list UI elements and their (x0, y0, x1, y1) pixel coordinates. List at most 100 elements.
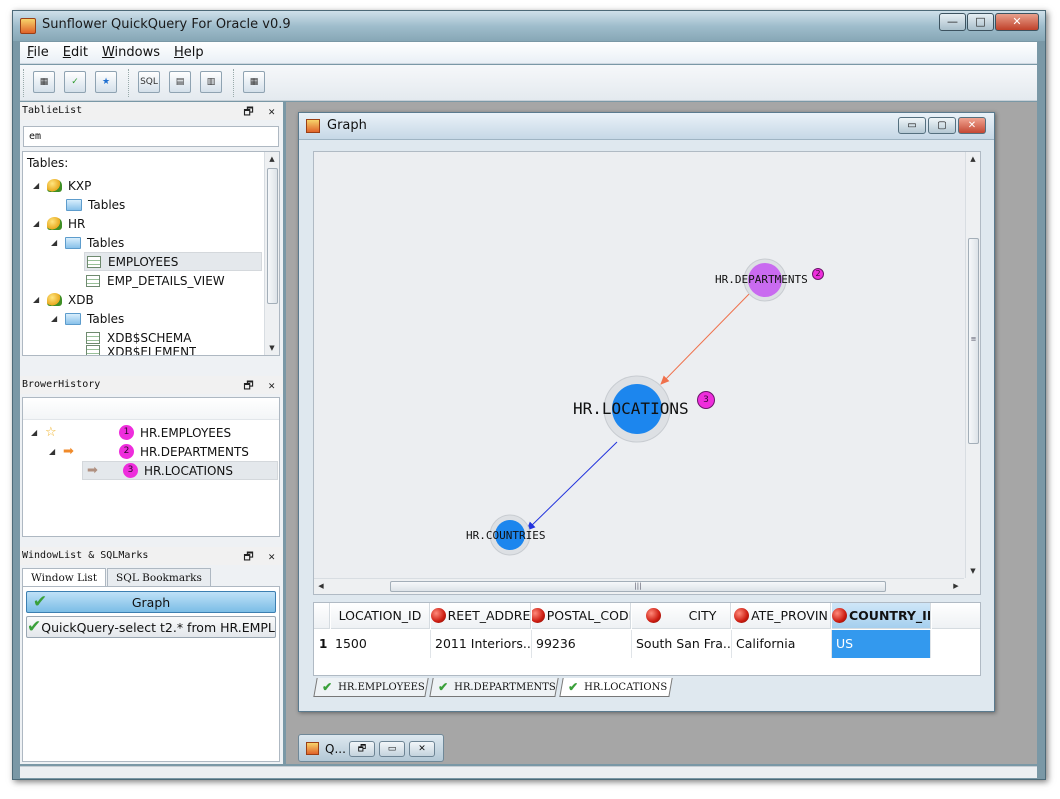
window-list: ✔ Graph ✔ QuickQuery-select t2.* from HR… (22, 586, 280, 762)
tree-item-kxp[interactable]: ◢ KXP (33, 176, 91, 195)
menu-file[interactable]: File (20, 42, 56, 63)
history-item[interactable]: ◢ ➡ 2 HR.DEPARTMENTS (49, 442, 249, 461)
history-number-badge: 2 (119, 444, 134, 459)
grid-cell[interactable]: South San Fra... (632, 630, 732, 658)
maximize-button[interactable]: ▭ (379, 741, 405, 757)
tree-item-employees[interactable]: EMPLOYEES (84, 252, 262, 271)
graph-window: Graph ▭ ▢ ✕ HR.DEPARTMENTS 2 HR.LOCATION… (298, 112, 995, 712)
close-button[interactable]: ✕ (995, 13, 1039, 31)
tab-hr-locations[interactable]: ✔ HR.LOCATIONS (559, 678, 673, 697)
title-bar[interactable]: Sunflower QuickQuery For Oracle v0.9 — □… (13, 11, 1045, 41)
history-number-badge: 1 (119, 425, 134, 440)
grid-cell[interactable]: California (732, 630, 832, 658)
minimize-button[interactable]: ▭ (898, 117, 926, 134)
node-label-countries: HR.COUNTRIES (466, 529, 546, 542)
window-list-title: WindowList & SQLMarks 🗗 ✕ (20, 547, 283, 565)
history-item[interactable]: ◢ ☆ 1 HR.EMPLOYEES (31, 423, 231, 442)
toolbar: ▦ ✓ ★ SQL ▤ ▥ ▦ (20, 65, 1037, 101)
restore-button[interactable]: 🗗 (349, 741, 375, 757)
arrow-right-icon: ➡ (87, 463, 98, 478)
status-bar (20, 766, 1037, 778)
edge-locations-countries (526, 441, 618, 531)
folder-icon (65, 236, 81, 249)
tree-item-xdb-element[interactable]: XDB$ELEMENT (86, 345, 196, 355)
star-icon[interactable]: ★ (95, 71, 117, 93)
row-number: 1 (319, 637, 328, 651)
tree-item-tables[interactable]: ◢ Tables (51, 309, 124, 328)
graph-window-title: Graph (327, 118, 367, 133)
grid-cell[interactable]: 1500 (331, 630, 431, 658)
history-number-badge: 3 (123, 463, 138, 478)
history-title: BrowerHistory 🗗 ✕ (20, 376, 283, 394)
menu-windows[interactable]: Windows (95, 42, 167, 63)
menu-help[interactable]: Help (167, 42, 211, 63)
dock-controls[interactable]: 🗗 ✕ (243, 103, 279, 122)
graph-window-title-bar[interactable]: Graph ▭ ▢ ✕ (299, 113, 994, 140)
table-edit-icon[interactable]: ▥ (200, 71, 222, 93)
tree-item-xdb[interactable]: ◢ XDB (33, 290, 94, 309)
check-icon: ✔ (32, 592, 48, 612)
connect-icon[interactable]: ▦ (33, 71, 55, 93)
grid-cell[interactable]: 99236 (532, 630, 632, 658)
minimize-button[interactable]: — (939, 13, 966, 31)
tab-sql-bookmarks[interactable]: SQL Bookmarks (107, 568, 211, 587)
grid-cell[interactable]: US (832, 630, 931, 658)
edge-departments-locations (660, 291, 752, 385)
window-list-item-graph[interactable]: ✔ Graph (26, 591, 276, 613)
left-dock: TablieList 🗗 ✕ em Tables: ◢ KXP Tables ◢ H… (20, 102, 283, 764)
grid-cell[interactable]: 2011 Interiors... (431, 630, 532, 658)
table-tree: Tables: ◢ KXP Tables ◢ HR ◢ Tables EMPLOYEE… (22, 151, 280, 356)
menu-edit[interactable]: Edit (56, 42, 95, 63)
column-header[interactable]: CITY (632, 603, 731, 629)
mdi-area: Graph ▭ ▢ ✕ HR.DEPARTMENTS 2 HR.LOCATION… (286, 102, 1037, 764)
restore-button[interactable]: ▢ (928, 117, 956, 134)
close-button[interactable]: ✕ (409, 741, 435, 757)
graph-vscroll[interactable]: ▲ ≡ ▼ (965, 152, 980, 578)
folder-icon (65, 312, 81, 325)
menu-bar: File Edit Windows Help (20, 42, 1037, 64)
node-label-locations: HR.LOCATIONS (573, 399, 689, 418)
table-icon (86, 331, 100, 344)
tree-item-hr[interactable]: ◢ HR (33, 214, 85, 233)
schema-icon (47, 179, 62, 192)
column-header[interactable]: COUNTRY_ID (832, 603, 931, 629)
history-item[interactable]: ➡ 3 HR.LOCATIONS (82, 461, 278, 480)
tree-item-emp-details-view[interactable]: EMP_DETAILS_VIEW (86, 271, 225, 290)
column-header[interactable]: POSTAL_CODI (532, 603, 631, 629)
sql-icon[interactable]: SQL (138, 71, 160, 93)
schema-icon (47, 217, 62, 230)
dock-controls[interactable]: 🗗 ✕ (243, 377, 279, 396)
graph-hscroll[interactable]: ◀ ||| ▶ (314, 578, 965, 594)
table-icon[interactable]: ▤ (169, 71, 191, 93)
minimized-window[interactable]: Q... 🗗 ▭ ✕ (298, 734, 444, 762)
dock-controls[interactable]: 🗗 ✕ (243, 548, 279, 567)
folder-icon (66, 198, 82, 211)
schema-icon (47, 293, 62, 306)
key-icon (532, 608, 545, 623)
column-header[interactable]: LOCATION_ID (331, 603, 430, 629)
check-icon[interactable]: ✓ (64, 71, 86, 93)
tree-item-tables[interactable]: ◢ Tables (51, 233, 124, 252)
main-window: Sunflower QuickQuery For Oracle v0.9 — □… (12, 10, 1046, 780)
graph-canvas[interactable]: HR.DEPARTMENTS 2 HR.LOCATIONS 3 HR.COUNT… (313, 151, 981, 595)
history-tree: ◢ ☆ 1 HR.EMPLOYEES ◢ ➡ 2 HR.DEPARTMENTS ➡ … (22, 397, 280, 537)
tab-hr-employees[interactable]: ✔ HR.EMPLOYEES (313, 678, 429, 697)
tab-hr-departments[interactable]: ✔ HR.DEPARTMENTS (429, 678, 559, 697)
tree-scrollbar[interactable]: ▲ ▼ (264, 152, 279, 355)
window-list-item-quickquery[interactable]: ✔ QuickQuery-select t2.* from HR.EMPLOYE… (26, 616, 276, 638)
table-filter-input[interactable]: em (23, 126, 279, 147)
grid-icon[interactable]: ▦ (243, 71, 265, 93)
tab-window-list[interactable]: Window List (22, 568, 107, 587)
minimized-window-title: Q... (325, 742, 346, 756)
maximize-button[interactable]: □ (967, 13, 994, 31)
tree-item-tables[interactable]: Tables (66, 195, 125, 214)
table-list-title: TablieList 🗗 ✕ (20, 102, 283, 120)
table-icon (87, 255, 101, 268)
close-button[interactable]: ✕ (958, 117, 986, 134)
column-header[interactable]: REET_ADDRE (431, 603, 531, 629)
app-icon (20, 18, 36, 34)
result-tabs: ✔ HR.EMPLOYEES ✔ HR.DEPARTMENTS ✔ HR.LOCATI… (313, 678, 815, 698)
key-icon (431, 608, 446, 623)
column-header[interactable]: ATE_PROVIN (732, 603, 831, 629)
star-icon: ☆ (45, 425, 57, 440)
